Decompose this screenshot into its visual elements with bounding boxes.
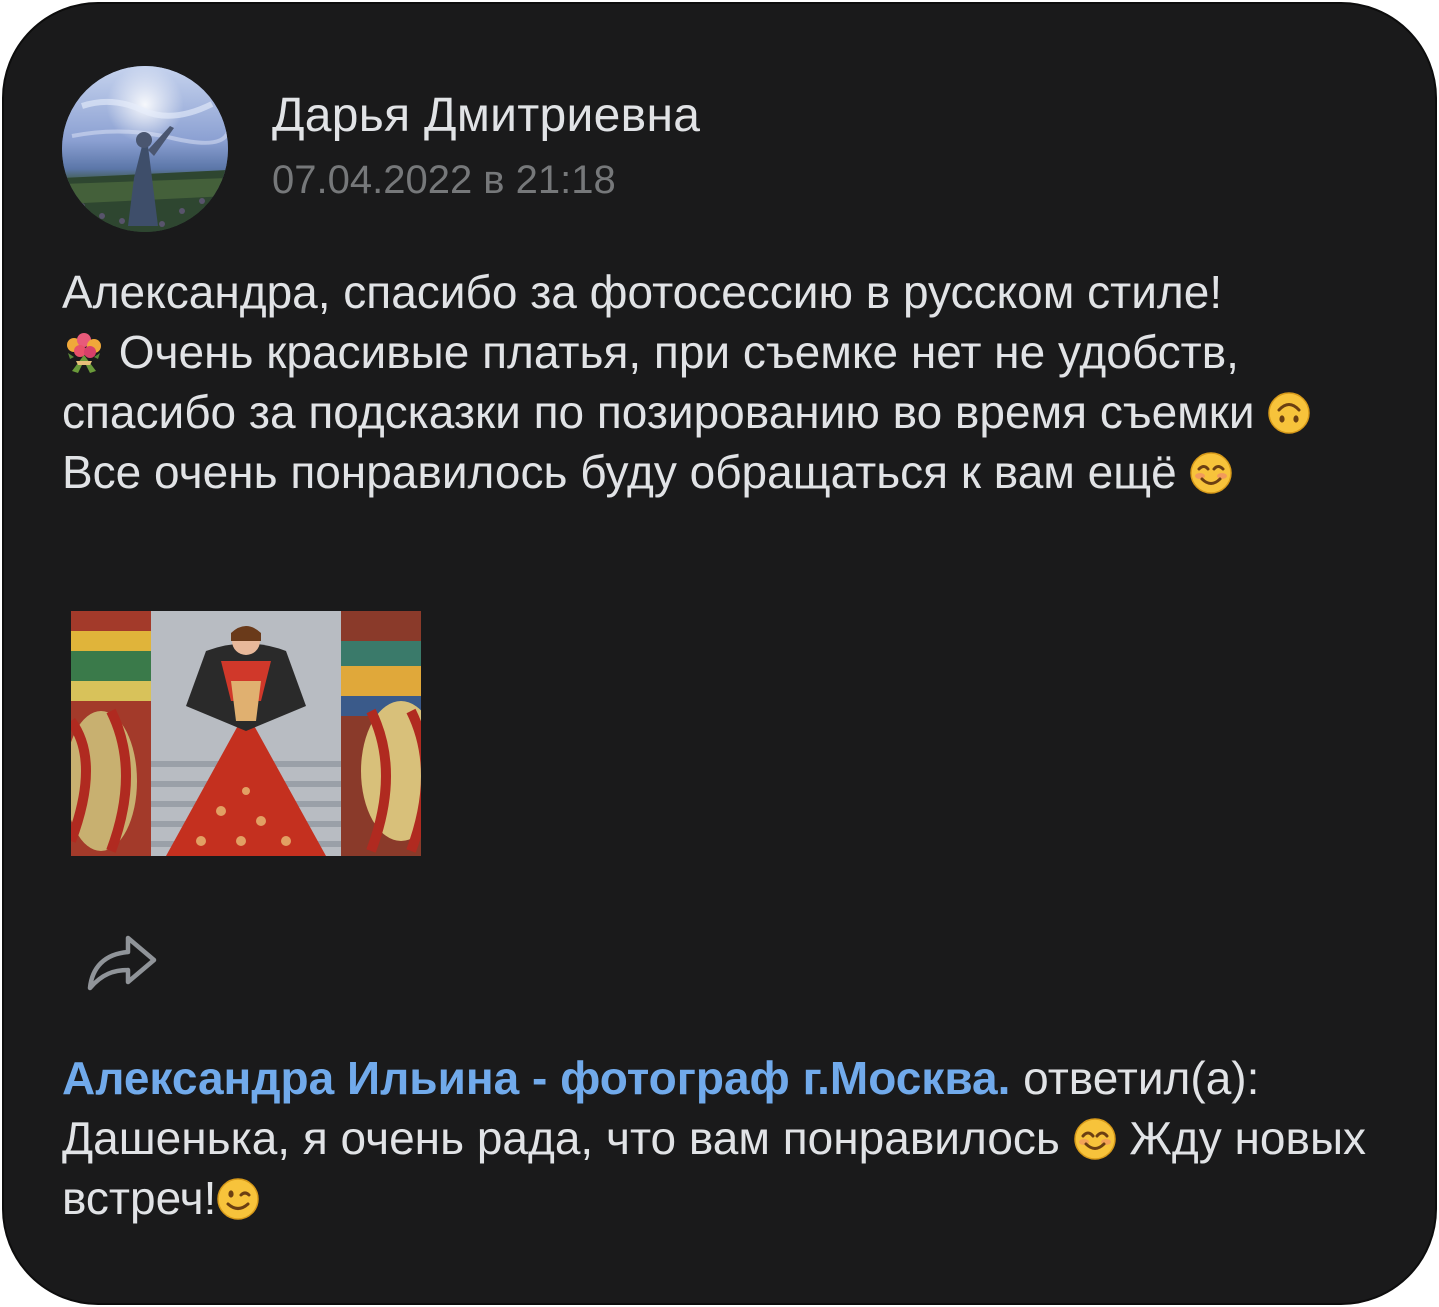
smiling-eyes-emoji	[1073, 1115, 1117, 1160]
post-text-part-2: Очень красивые платья, при съемке нет не…	[62, 326, 1268, 438]
author-avatar[interactable]	[62, 66, 228, 232]
share-icon[interactable]	[82, 930, 162, 996]
author-name[interactable]: Дарья Дмитриевна	[272, 88, 700, 143]
reply-text-part-1: Дашенька, я очень рада, что вам понравил…	[62, 1112, 1073, 1164]
post-text-part-3: Все очень понравилось буду обращаться к …	[62, 446, 1190, 498]
post-date: 07.04.2022 в 21:18	[272, 158, 616, 202]
post-text-part-1: Александра, спасибо за фотосессию в русс…	[62, 266, 1223, 318]
reply-block: Александра Ильина - фотограф г.Москва. о…	[62, 1048, 1402, 1228]
upside-down-face-emoji	[1267, 389, 1311, 434]
post-text: Александра, спасибо за фотосессию в русс…	[62, 262, 1402, 502]
reply-verb: ответил(а):	[1010, 1052, 1260, 1104]
smiling-face-emoji	[1189, 449, 1233, 494]
bouquet-emoji	[62, 329, 106, 373]
winking-face-emoji	[216, 1175, 260, 1220]
reply-author-link[interactable]: Александра Ильина - фотограф г.Москва.	[62, 1052, 1010, 1104]
review-card: Дарья Дмитриевна 07.04.2022 в 21:18 Алек…	[2, 2, 1437, 1305]
attached-photo[interactable]	[71, 611, 421, 856]
